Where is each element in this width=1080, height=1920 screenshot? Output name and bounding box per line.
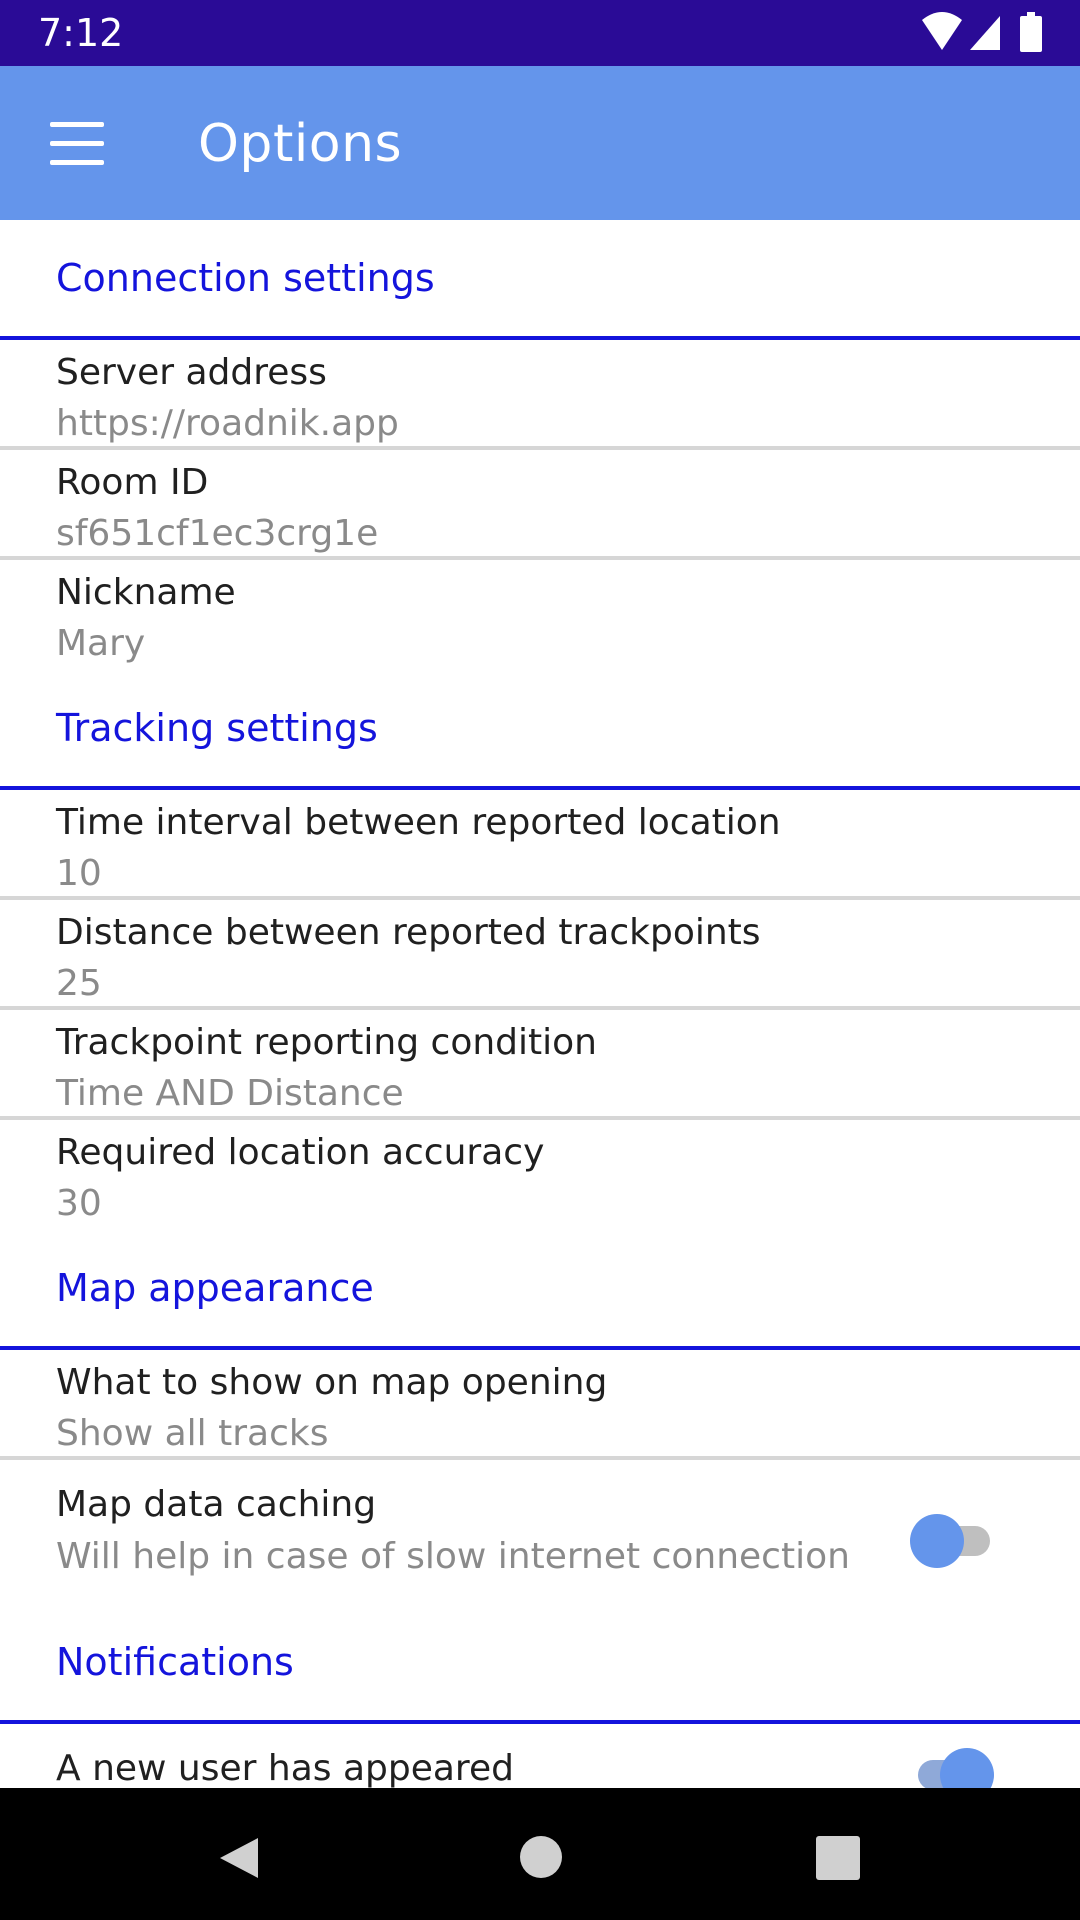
battery-icon (1020, 12, 1042, 56)
pref-summary: Time AND Distance (56, 1073, 404, 1114)
wifi-icon (920, 12, 964, 56)
pref-title: Required location accuracy (56, 1132, 545, 1173)
back-icon[interactable] (216, 1834, 262, 1882)
pref-summary: Will help in case of slow internet conne… (56, 1536, 850, 1577)
pref-summary: Show all tracks (56, 1413, 329, 1454)
home-icon[interactable] (520, 1836, 562, 1878)
pref-map-caching[interactable]: Map data caching Will help in case of sl… (0, 1460, 1080, 1604)
recents-icon[interactable] (816, 1836, 860, 1880)
settings-list[interactable]: Connection settings Server address https… (0, 220, 1080, 1788)
toggle-thumb (910, 1514, 964, 1568)
pref-title: Server address (56, 352, 327, 393)
section-header-tracking: Tracking settings (0, 670, 1080, 790)
navigation-bar (0, 1788, 1080, 1920)
hamburger-menu-icon[interactable] (36, 112, 116, 176)
pref-title: Map data caching (56, 1484, 377, 1525)
pref-title: Time interval between reported location (56, 802, 781, 843)
status-time: 7:12 (38, 11, 124, 55)
pref-title: Distance between reported trackpoints (56, 912, 761, 953)
pref-summary: https://roadnik.app (56, 403, 399, 444)
pref-location-accuracy[interactable]: Required location accuracy 30 (0, 1120, 1080, 1230)
pref-summary: sf651cf1ec3crg1e (56, 513, 379, 554)
section-title: Tracking settings (56, 706, 378, 750)
pref-nickname[interactable]: Nickname Mary (0, 560, 1080, 670)
pref-summary: 25 (56, 963, 102, 1004)
app-bar: Options (0, 66, 1080, 220)
pref-summary: Mary (56, 623, 146, 664)
pref-reporting-condition[interactable]: Trackpoint reporting condition Time AND … (0, 1010, 1080, 1120)
map-caching-toggle[interactable] (910, 1514, 994, 1568)
section-header-map: Map appearance (0, 1230, 1080, 1350)
pref-time-interval[interactable]: Time interval between reported location … (0, 790, 1080, 900)
pref-title: Trackpoint reporting condition (56, 1022, 597, 1063)
pref-new-user-notification[interactable]: A new user has appeared (0, 1724, 1080, 1788)
pref-server-address[interactable]: Server address https://roadnik.app (0, 340, 1080, 450)
pref-title: What to show on map opening (56, 1362, 608, 1403)
pref-title: A new user has appeared (56, 1748, 514, 1788)
status-bar: 7:12 (0, 0, 1080, 66)
pref-title: Nickname (56, 572, 236, 613)
page-title: Options (198, 114, 403, 174)
pref-distance[interactable]: Distance between reported trackpoints 25 (0, 900, 1080, 1010)
pref-summary: 10 (56, 853, 102, 894)
toggle-thumb (940, 1748, 994, 1788)
section-title: Connection settings (56, 256, 435, 300)
section-title: Map appearance (56, 1266, 374, 1310)
section-header-notifications: Notifications (0, 1604, 1080, 1724)
pref-map-opening[interactable]: What to show on map opening Show all tra… (0, 1350, 1080, 1460)
pref-summary: 30 (56, 1183, 102, 1224)
new-user-toggle[interactable] (910, 1748, 994, 1788)
section-header-connection: Connection settings (0, 220, 1080, 340)
pref-room-id[interactable]: Room ID sf651cf1ec3crg1e (0, 450, 1080, 560)
signal-icon (968, 12, 1002, 56)
section-title: Notifications (56, 1640, 294, 1684)
pref-title: Room ID (56, 462, 209, 503)
